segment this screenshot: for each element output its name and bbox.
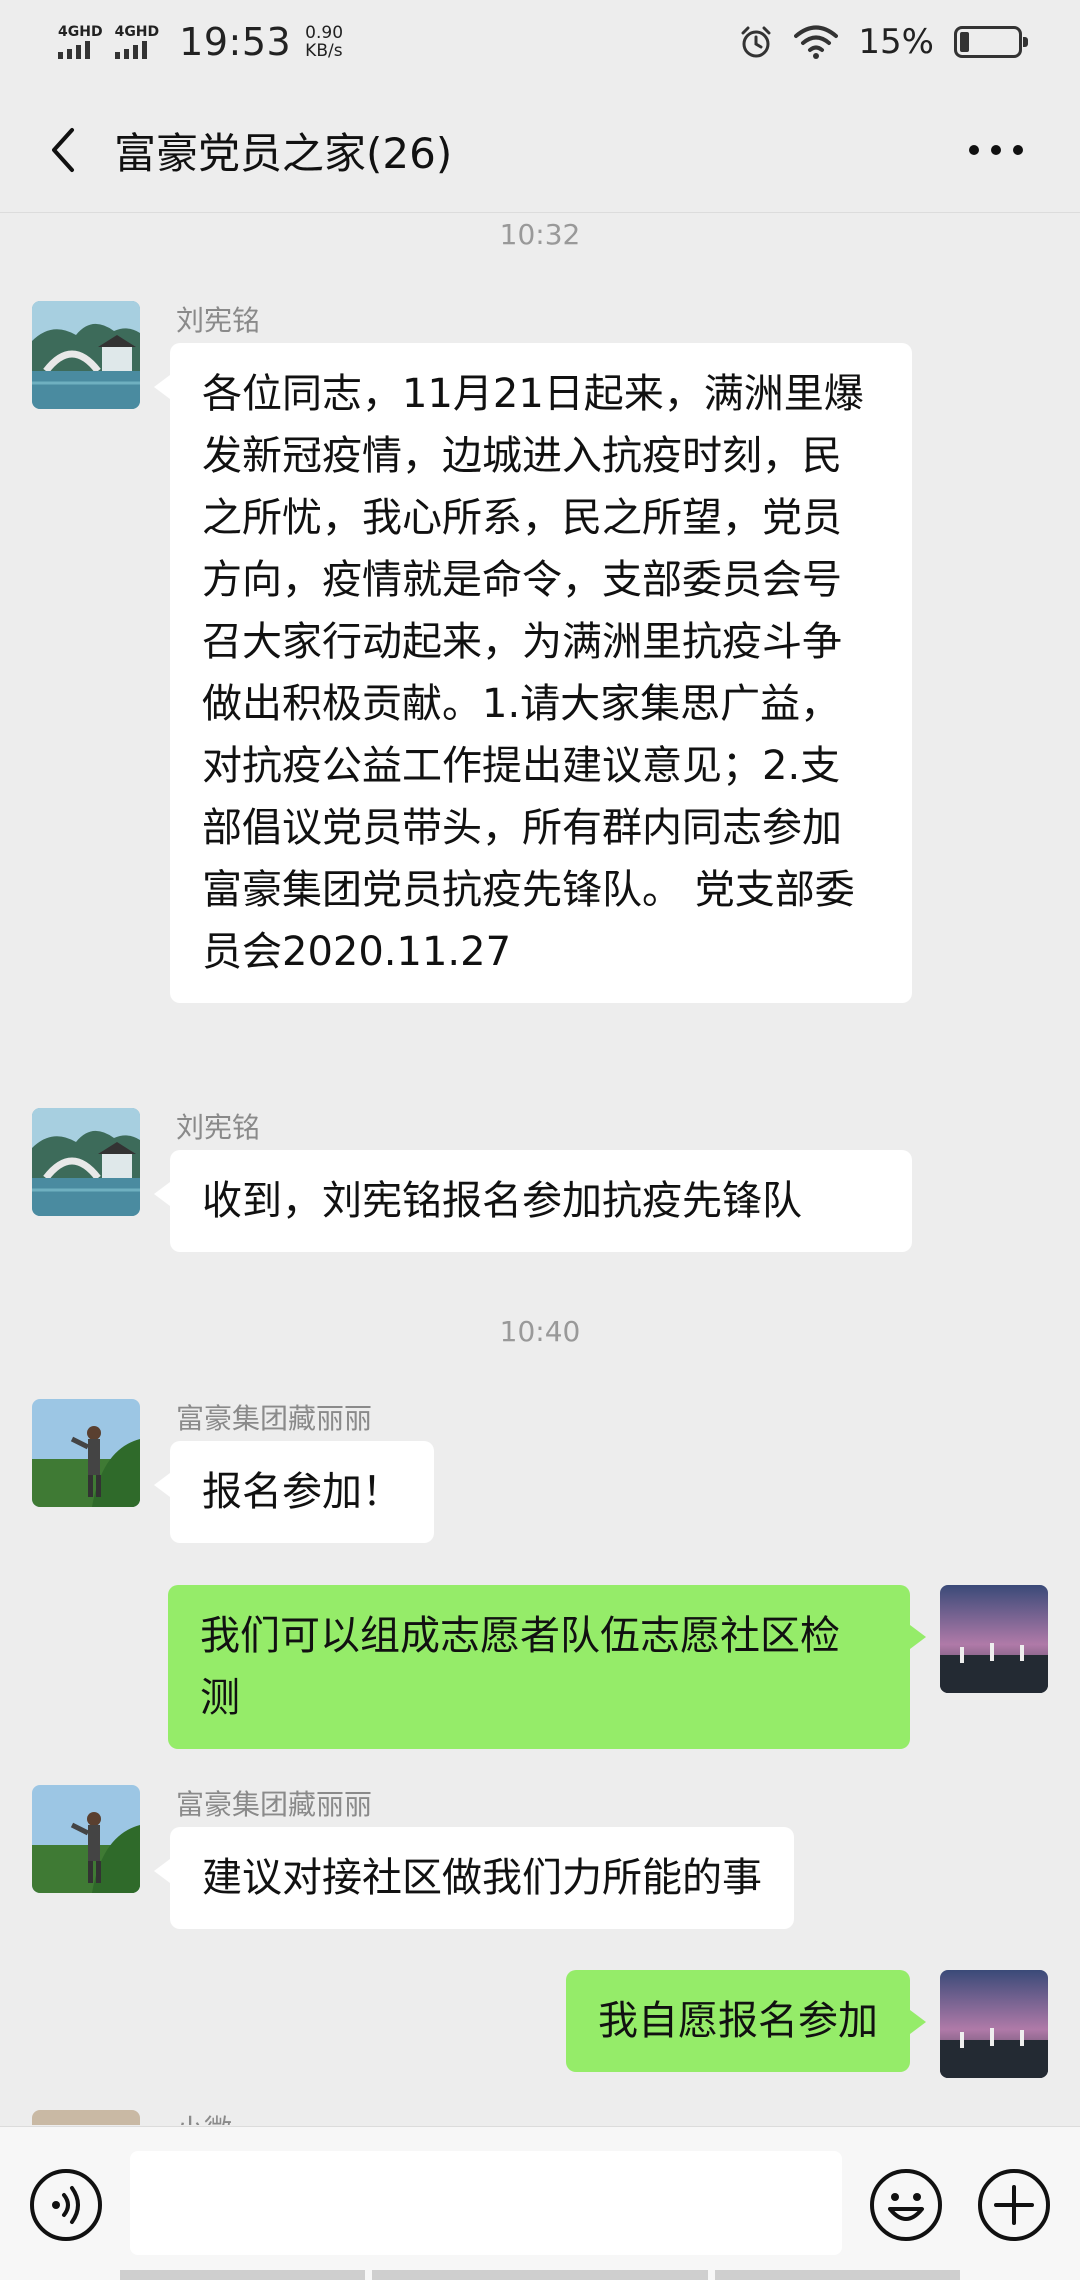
plus-button[interactable] xyxy=(976,2167,1052,2243)
battery-icon xyxy=(954,26,1028,58)
status-bar: 4GHD 4GHD 19:53 0.90 KB/s 15% xyxy=(0,0,1080,84)
message-input[interactable] xyxy=(130,2151,842,2255)
avatar[interactable] xyxy=(32,1399,140,1507)
chat-header: 富豪党员之家(26) xyxy=(0,100,1080,200)
avatar[interactable] xyxy=(32,1108,140,1216)
nav-hint xyxy=(372,2270,708,2280)
sender-name: 富豪集团藏丽丽 xyxy=(176,1788,373,1821)
timestamp: 10:32 xyxy=(499,218,581,251)
status-time: 19:53 xyxy=(179,20,292,64)
sender-name: 小微 xyxy=(176,2108,232,2125)
plus-icon xyxy=(978,2169,1050,2241)
nav-hint xyxy=(715,2270,960,2280)
signal-label: 4GHD xyxy=(58,24,103,40)
nav-hint xyxy=(120,2270,365,2280)
avatar-self[interactable] xyxy=(940,1585,1048,1693)
emoji-icon xyxy=(870,2169,942,2241)
sender-name: 刘宪铭 xyxy=(176,1111,261,1144)
chevron-left-icon xyxy=(52,128,74,172)
message-bubble-self[interactable]: 我们可以组成志愿者队伍志愿社区检测 xyxy=(168,1585,926,1749)
sender-name: 刘宪铭 xyxy=(176,304,261,337)
more-button[interactable] xyxy=(956,120,1036,180)
speed-value: 0.90 xyxy=(305,23,344,43)
message-bubble[interactable]: 建议对接社区做我们力所能的事 xyxy=(154,1827,794,1929)
speed-unit: KB/s xyxy=(305,41,343,61)
battery-percentage: 15% xyxy=(858,22,934,62)
network-speed: 0.90 KB/s xyxy=(305,24,343,60)
avatar[interactable] xyxy=(32,1785,140,1893)
emoji-button[interactable] xyxy=(868,2167,944,2243)
message-bubble[interactable]: 收到，刘宪铭报名参加抗疫先锋队 xyxy=(154,1150,912,1252)
signal-label-2: 4GHD xyxy=(114,24,160,40)
message-list[interactable]: 10:32 刘宪铭 各位同志，11月21日起来，满洲里爆发新冠疫情，边城进入抗疫… xyxy=(0,213,1080,2125)
wifi-icon xyxy=(794,25,839,59)
back-button[interactable] xyxy=(24,110,104,190)
battery-fill xyxy=(960,32,970,52)
avatar[interactable] xyxy=(32,301,140,409)
more-dots-icon xyxy=(969,145,1023,155)
sender-name: 富豪集团藏丽丽 xyxy=(176,1402,373,1435)
message-bubble[interactable]: 报名参加！ xyxy=(154,1441,434,1543)
avatar[interactable] xyxy=(32,2110,140,2125)
signal-icon-2: 4GHD xyxy=(114,24,160,59)
voice-icon xyxy=(30,2169,102,2241)
message-bubble-self[interactable]: 我自愿报名参加 xyxy=(566,1970,926,2072)
chat-title: 富豪党员之家(26) xyxy=(114,128,453,178)
message-bubble[interactable]: 各位同志，11月21日起来，满洲里爆发新冠疫情，边城进入抗疫时刻，民之所忧，我心… xyxy=(154,343,912,1003)
input-bar xyxy=(0,2126,1080,2280)
voice-button[interactable] xyxy=(28,2167,104,2243)
status-right: 15% xyxy=(738,22,1028,62)
avatar-self[interactable] xyxy=(940,1970,1048,2078)
alarm-icon xyxy=(741,26,771,58)
signal-icon: 4GHD xyxy=(58,25,103,59)
timestamp: 10:40 xyxy=(499,1315,581,1348)
